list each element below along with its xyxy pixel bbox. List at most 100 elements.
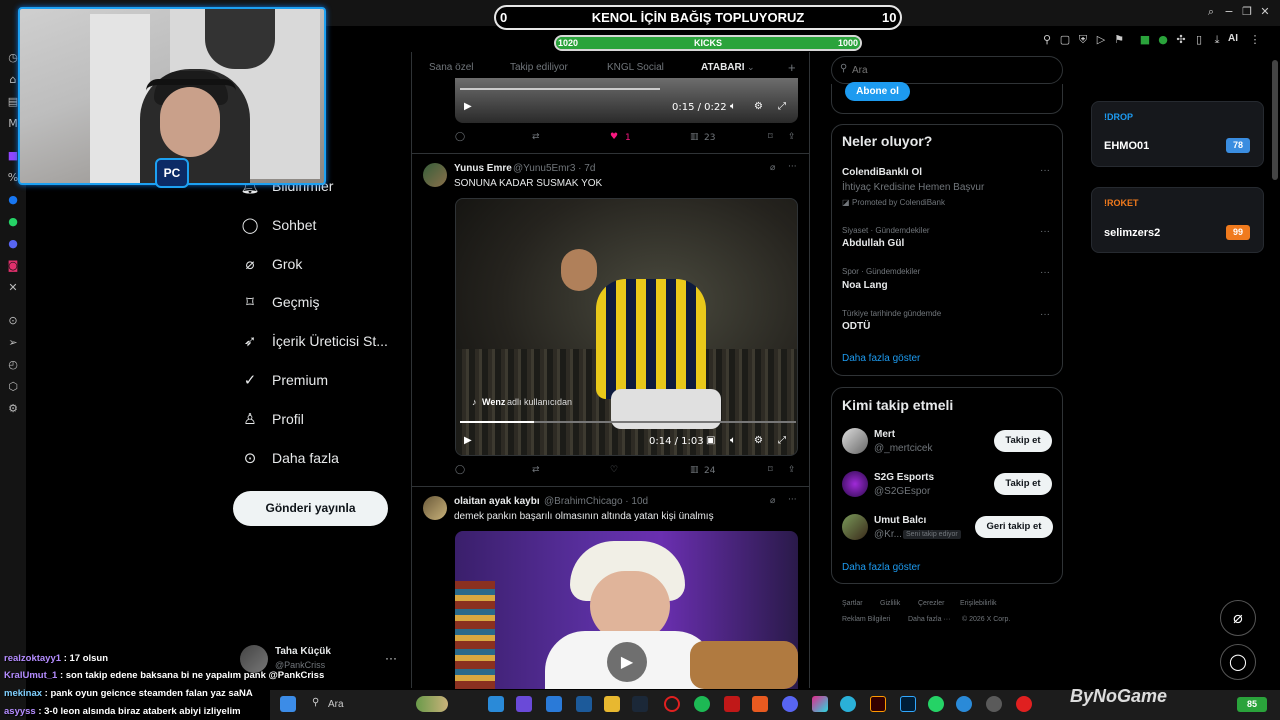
footer-ads[interactable]: Reklam Bilgileri	[842, 616, 890, 623]
like-icon[interactable]: ♥	[610, 132, 618, 142]
play-icon[interactable]: ▶	[464, 435, 472, 446]
share-icon[interactable]: ⇪	[788, 465, 796, 475]
edge-icon[interactable]	[956, 696, 972, 712]
reply-icon[interactable]: ◯	[455, 132, 465, 142]
views-icon[interactable]: ▥	[690, 132, 699, 142]
play-button[interactable]: ▶	[607, 642, 647, 682]
follow-back-button[interactable]: Geri takip et	[975, 516, 1053, 538]
post-button[interactable]: Gönderi yayınla	[233, 491, 388, 526]
nav-premium[interactable]: ✓ Premium	[240, 366, 328, 394]
avatar[interactable]	[423, 496, 447, 520]
folder-icon[interactable]	[604, 696, 620, 712]
video-progress[interactable]	[460, 88, 660, 90]
search-icon[interactable]: ⌕	[1204, 5, 1218, 19]
messages-button[interactable]: ◯	[1220, 644, 1256, 680]
photoshop-icon[interactable]	[900, 696, 916, 712]
more-icon[interactable]: ···	[788, 162, 797, 172]
fullscreen-icon[interactable]: ⤢	[778, 101, 786, 112]
footer-accessibility[interactable]: Erişilebilirlik	[960, 600, 997, 607]
teams-icon[interactable]	[516, 696, 532, 712]
shield-icon[interactable]: ⛨	[1076, 33, 1090, 47]
gear-icon[interactable]: ⚙	[754, 101, 763, 112]
play-icon[interactable]: ⊙	[5, 313, 21, 329]
avatar[interactable]	[423, 163, 447, 187]
app-x-icon[interactable]	[752, 696, 768, 712]
more-icon[interactable]: ···	[1040, 309, 1050, 320]
spotify-icon[interactable]	[694, 696, 710, 712]
clock-icon[interactable]: ◴	[5, 357, 21, 373]
play-outline-icon[interactable]: ▷	[1094, 33, 1108, 47]
reply-icon[interactable]: ◯	[455, 465, 465, 475]
nav-bookmarks[interactable]: ⌑ Geçmiş	[240, 288, 319, 316]
follow-name[interactable]: S2G Esports	[874, 472, 934, 483]
taskbar-search[interactable]: Ara	[328, 699, 344, 710]
discord-icon[interactable]: ●	[5, 236, 21, 252]
bookmark-icon[interactable]: ⌑	[768, 465, 773, 475]
pin-icon[interactable]: ⚲	[1040, 33, 1054, 47]
copilot-icon[interactable]	[840, 696, 856, 712]
sidebar-toggle-icon[interactable]: ▯	[1192, 33, 1206, 47]
discord-icon[interactable]	[782, 696, 798, 712]
app-circle-icon[interactable]	[986, 696, 1002, 712]
gear-icon[interactable]: ⚙	[754, 435, 763, 446]
add-tab-button[interactable]: +	[788, 60, 796, 75]
weather-icon[interactable]	[416, 696, 448, 712]
volume-icon[interactable]: 🔈︎	[730, 435, 736, 446]
avatar[interactable]	[842, 514, 868, 540]
ai-button[interactable]: AI	[1228, 33, 1238, 44]
follow-button[interactable]: Takip et	[994, 430, 1052, 452]
tab-for-you[interactable]: Sana özel	[429, 62, 473, 76]
kick-extension-icon[interactable]: ■	[1138, 33, 1152, 47]
follow-name[interactable]: Umut Balcı	[874, 515, 926, 526]
app-round-red-icon[interactable]	[1016, 696, 1032, 712]
illustrator-icon[interactable]	[870, 696, 886, 712]
vscode-icon[interactable]	[546, 696, 562, 712]
nav-chat[interactable]: ◯ Sohbet	[240, 211, 317, 239]
more-icon[interactable]: ···	[385, 651, 397, 665]
play-icon[interactable]: ▶	[464, 101, 472, 112]
page-scrollbar[interactable]	[1272, 60, 1278, 180]
close-icon[interactable]: ✕	[1258, 5, 1272, 19]
opera-icon[interactable]	[664, 696, 680, 712]
follow-name[interactable]: Mert	[874, 429, 895, 440]
minimize-icon[interactable]: −	[1222, 5, 1236, 19]
captions-icon[interactable]: ▣	[706, 435, 715, 446]
show-more-link[interactable]: Daha fazla göster	[842, 353, 920, 364]
nav-creator-studio[interactable]: ➶ İçerik Üreticisi St...	[240, 327, 388, 355]
store-icon[interactable]	[576, 696, 592, 712]
more-icon[interactable]: ···	[788, 495, 797, 505]
tab-kngl-social[interactable]: KNGL Social	[607, 62, 664, 76]
whatsapp-icon[interactable]: ●	[5, 214, 21, 230]
settings-icon[interactable]: ⚙	[5, 401, 21, 417]
video-player[interactable]	[455, 198, 798, 456]
globe-icon[interactable]	[488, 696, 504, 712]
author-name[interactable]: olaitan ayak kaybı	[454, 496, 540, 507]
share-icon[interactable]: ⇪	[788, 132, 796, 142]
whatsapp-icon[interactable]	[928, 696, 944, 712]
extension-round-icon[interactable]: ●	[1156, 33, 1170, 47]
repost-icon[interactable]: ⇄	[532, 465, 540, 475]
repost-icon[interactable]: ⇄	[532, 132, 540, 142]
search-input[interactable]	[852, 63, 1052, 77]
nav-grok[interactable]: ⌀ Grok	[240, 250, 302, 278]
cube-icon[interactable]: ⬡	[5, 379, 21, 395]
follow-button[interactable]: Takip et	[994, 473, 1052, 495]
views-icon[interactable]: ▥	[690, 465, 699, 475]
footer-more[interactable]: Daha fazla ···	[908, 616, 950, 623]
nav-profile[interactable]: ♙ Profil	[240, 405, 304, 433]
footer-cookies[interactable]: Çerezler	[918, 600, 944, 607]
author-handle[interactable]: @Yunu5Emr3 · 7d	[513, 163, 595, 174]
menu-icon[interactable]: ⋮	[1248, 33, 1262, 47]
tab-following[interactable]: Takip ediliyor	[510, 62, 568, 76]
show-more-link[interactable]: Daha fazla göster	[842, 562, 920, 573]
fullscreen-icon[interactable]: ⤢	[778, 435, 786, 446]
messenger-icon[interactable]: ●	[5, 192, 21, 208]
author-handle[interactable]: @BrahimChicago · 10d	[544, 496, 648, 507]
chevron-down-icon[interactable]: ⌄	[747, 62, 755, 73]
like-icon[interactable]: ♡	[610, 465, 618, 475]
grok-button[interactable]: ⌀	[1220, 600, 1256, 636]
avatar[interactable]	[842, 428, 868, 454]
search-icon[interactable]: ⚲	[312, 697, 319, 708]
avatar[interactable]	[842, 471, 868, 497]
send-icon[interactable]: ➢	[5, 335, 21, 351]
